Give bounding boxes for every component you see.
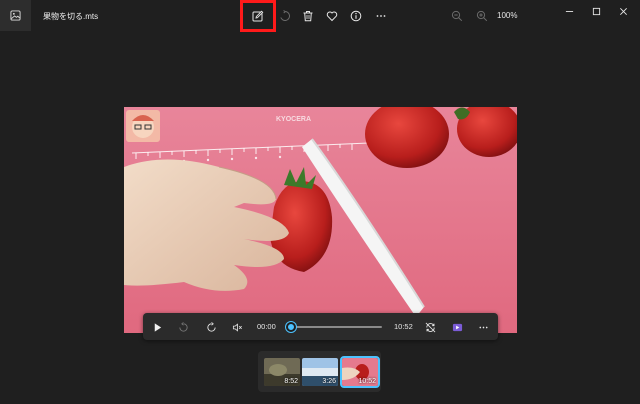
filmstrip: 8:52 3:26 10:52: [258, 351, 381, 392]
filmstrip-item[interactable]: 3:26: [302, 358, 338, 386]
maximize-icon: [592, 7, 601, 15]
filmstrip-item-selected[interactable]: 10:52: [340, 356, 380, 388]
more-button[interactable]: [371, 6, 391, 26]
playback-controls: 00:00 10:52: [143, 313, 498, 340]
thumbnail-duration: 8:52: [284, 378, 298, 385]
skip-forward-icon: [206, 321, 216, 332]
video-image: KYOCERA: [124, 107, 517, 333]
video-brand-text: KYOCERA: [276, 116, 311, 123]
photos-app-window: 果物を切る.mts 100% KYOCERA 00:00 10:52 8:52 …: [0, 0, 640, 404]
trash-icon: [303, 11, 313, 22]
skip-forward-button[interactable]: [202, 318, 220, 336]
edit-button[interactable]: [248, 6, 268, 26]
minimize-button[interactable]: [555, 0, 584, 22]
thumbnail-duration: 3:26: [322, 378, 336, 385]
filmstrip-item[interactable]: 8:52: [264, 358, 300, 386]
zoom-level: 100%: [497, 11, 518, 20]
title-bar: 果物を切る.mts 100%: [0, 0, 640, 33]
zoom-out-icon: [451, 10, 463, 22]
play-icon: [154, 322, 161, 332]
minimize-icon: [565, 10, 574, 12]
current-time: 00:00: [257, 322, 276, 331]
info-icon: [350, 10, 362, 22]
thumbnail-duration: 10:52: [358, 378, 376, 385]
delete-button[interactable]: [298, 6, 318, 26]
repeat-icon: [425, 322, 435, 332]
skip-back-icon: [178, 321, 188, 332]
duration: 10:52: [394, 322, 413, 331]
zoom-out-button[interactable]: [447, 6, 467, 26]
maximize-button[interactable]: [582, 0, 611, 22]
skip-back-button[interactable]: [174, 318, 192, 336]
heart-icon: [326, 11, 338, 22]
app-icon[interactable]: [0, 0, 31, 31]
video-frame[interactable]: KYOCERA: [124, 107, 517, 333]
zoom-in-button[interactable]: [472, 6, 492, 26]
edit-icon: [252, 10, 264, 22]
gallery-icon: [10, 10, 21, 21]
seek-thumb[interactable]: [286, 322, 296, 332]
favorite-button[interactable]: [322, 6, 342, 26]
play-button[interactable]: [148, 318, 166, 336]
more-icon: [376, 15, 386, 17]
rotate-button[interactable]: [275, 6, 295, 26]
repeat-button[interactable]: [421, 318, 439, 336]
close-icon: [620, 7, 627, 15]
player-more-button[interactable]: [474, 318, 492, 336]
info-button[interactable]: [346, 6, 366, 26]
seek-bar[interactable]: [286, 322, 382, 332]
more-icon: [478, 326, 488, 328]
file-name: 果物を切る.mts: [43, 12, 99, 21]
volume-muted-icon: [232, 322, 242, 332]
close-button[interactable]: [609, 0, 638, 22]
clipchamp-button[interactable]: [448, 318, 466, 336]
mute-button[interactable]: [228, 318, 246, 336]
video-editor-icon: [452, 323, 462, 331]
zoom-in-icon: [476, 10, 488, 22]
rotate-icon: [280, 10, 291, 21]
